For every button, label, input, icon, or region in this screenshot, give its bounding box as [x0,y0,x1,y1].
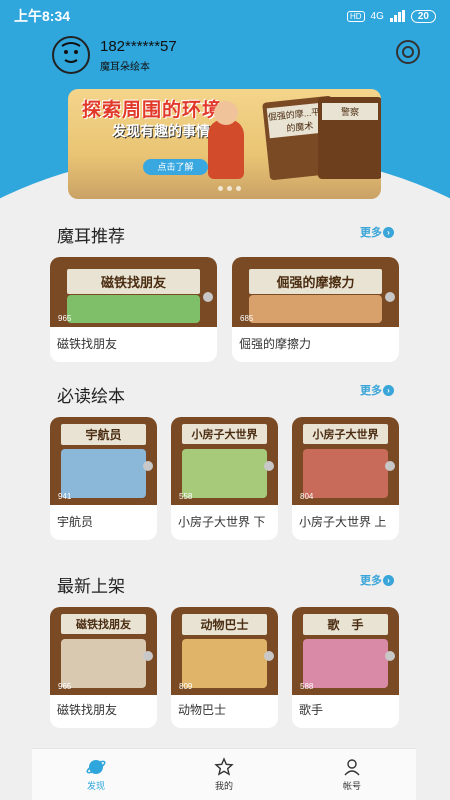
tab-mine[interactable]: 我的 [160,749,288,800]
page-knob-icon [264,651,274,661]
play-count: 588 [300,682,314,691]
play-count: 804 [300,492,314,501]
book-cover-illustration [60,448,147,498]
star-icon [214,757,234,776]
user-phone: 182******57 [100,38,177,55]
book-cover-illustration [248,295,383,323]
banner-illustration [208,101,244,179]
arrow-right-icon: › [383,384,394,396]
book-title: 歌手 [299,703,324,717]
book-cover-title: 小房子大世界 [302,424,389,445]
book-cover-illustration [181,638,268,688]
ring-icon [396,40,420,64]
book-card[interactable]: 倔强的摩擦力 685 倔强的摩擦力 [232,257,399,362]
network-indicator: 4G [370,10,384,22]
page-knob-icon [264,461,274,471]
page-knob-icon [143,651,153,661]
more-button[interactable]: 更多 › [360,572,394,588]
book-card[interactable]: 磁铁找朋友 965 磁铁找朋友 [50,257,217,362]
banner-title: 探索周围的环境 [82,100,223,121]
book-cover-illustration [302,448,389,498]
bottom-tab-bar: 发现 我的 帐号 [32,748,416,800]
section-title: 必读绘本 [57,387,125,406]
book-cover-illustration [181,448,268,498]
book-cover-title: 磁铁找朋友 [60,614,147,635]
book-title: 磁铁找朋友 [57,703,118,717]
book-card[interactable]: 磁铁找朋友 965 磁铁找朋友 [50,607,157,728]
book-card[interactable]: 动物巴士 809 动物巴士 [171,607,278,728]
play-count: 965 [58,682,72,691]
book-card[interactable]: 小房子大世界 804 小房子大世界 上 [292,417,399,540]
page-knob-icon [203,292,213,302]
book-cover-title: 倔强的摩擦力 [248,269,383,294]
book-card[interactable]: 小房子大世界 558 小房子大世界 下 [171,417,278,540]
carousel-dots [218,186,241,191]
book-card[interactable]: 歌 手 588 歌手 [292,607,399,728]
book-cover-title: 宇航员 [60,424,147,446]
book-cover-illustration [66,295,201,323]
page-knob-icon [385,651,395,661]
page-knob-icon [143,461,153,471]
page-knob-icon [385,461,395,471]
book-cover-title: 小房子大世界 [181,424,268,445]
section-title: 魔耳推荐 [57,227,125,246]
book-cover-illustration [60,638,147,688]
book-cover-title: 磁铁找朋友 [66,269,201,294]
status-bar: 上午8:34 HD 4G 20 [0,0,450,32]
app-name: 魔耳朵绘本 [100,62,150,73]
tab-account[interactable]: 帐号 [288,749,416,800]
arrow-right-icon: › [383,574,394,586]
section-title: 最新上架 [57,577,125,596]
play-count: 965 [58,314,72,323]
planet-icon [86,760,106,774]
avatar[interactable] [52,36,90,74]
book-title: 磁铁找朋友 [57,337,118,351]
play-count: 809 [179,682,193,691]
battery-icon: 20 [410,9,436,23]
book-title: 倔强的摩擦力 [239,337,312,351]
banner-cta-button[interactable]: 点击了解 [143,159,208,175]
status-time: 上午8:34 [14,8,71,24]
play-count: 941 [58,492,72,501]
book-cover-title: 动物巴士 [181,614,268,636]
settings-button[interactable] [394,38,422,66]
hd-badge: HD [346,10,365,22]
more-button[interactable]: 更多 › [360,224,394,240]
arrow-right-icon: › [383,226,394,238]
play-count: 558 [179,492,193,501]
book-cover-title: 歌 手 [302,614,389,636]
book-cover-illustration [302,638,389,688]
profile-header: 182******57 魔耳朵绘本 [52,36,420,76]
book-card[interactable]: 宇航员 941 宇航员 [50,417,157,540]
banner-subtitle: 发现有趣的事情 [112,123,210,139]
promo-banner[interactable]: 探索周围的环境 发现有趣的事情 点击了解 倔强的摩...平衡的魔术 警察 [68,89,381,199]
user-icon [344,759,360,776]
page-knob-icon [385,292,395,302]
banner-book: 警察 [318,97,381,179]
book-title: 小房子大世界 下 [178,515,266,529]
signal-icon [389,10,405,22]
play-count: 685 [240,314,254,323]
book-title: 小房子大世界 上 [299,515,387,529]
book-title: 宇航员 [57,515,94,529]
more-button[interactable]: 更多 › [360,382,394,398]
tab-discover[interactable]: 发现 [32,749,160,800]
book-title: 动物巴士 [178,703,227,717]
